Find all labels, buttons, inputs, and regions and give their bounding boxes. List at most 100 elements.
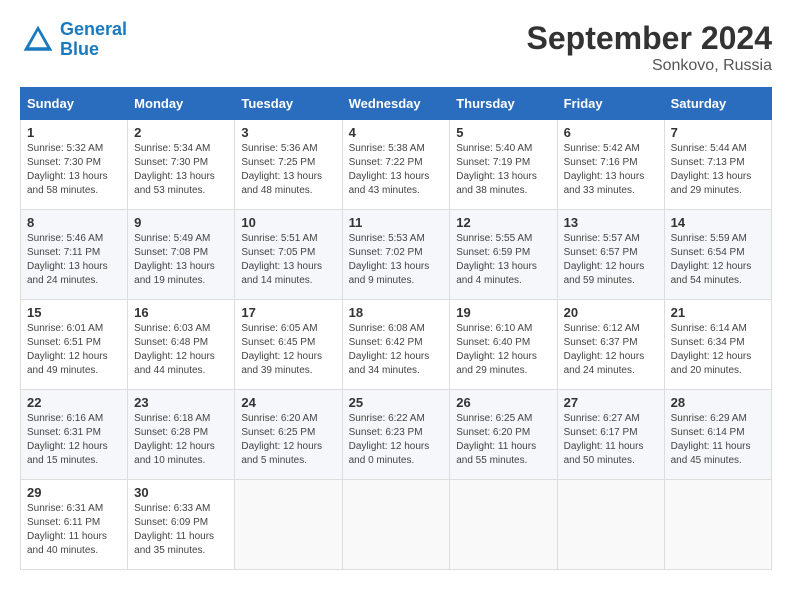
calendar-week-1: 1 Sunrise: 5:32 AMSunset: 7:30 PMDayligh…	[21, 120, 772, 210]
weekday-header-sunday: Sunday	[21, 88, 128, 120]
day-info: Sunrise: 5:51 AMSunset: 7:05 PMDaylight:…	[241, 233, 322, 286]
day-number: 7	[671, 125, 765, 140]
day-number: 21	[671, 305, 765, 320]
day-number: 9	[134, 215, 228, 230]
calendar-cell: 14 Sunrise: 5:59 AMSunset: 6:54 PMDaylig…	[664, 210, 771, 300]
day-info: Sunrise: 6:20 AMSunset: 6:25 PMDaylight:…	[241, 413, 322, 466]
calendar-cell: 23 Sunrise: 6:18 AMSunset: 6:28 PMDaylig…	[128, 390, 235, 480]
day-number: 10	[241, 215, 335, 230]
day-info: Sunrise: 5:44 AMSunset: 7:13 PMDaylight:…	[671, 143, 752, 196]
calendar-cell	[664, 480, 771, 570]
calendar-week-2: 8 Sunrise: 5:46 AMSunset: 7:11 PMDayligh…	[21, 210, 772, 300]
logo-icon	[20, 22, 56, 58]
location-title: Sonkovo, Russia	[527, 57, 772, 75]
day-number: 29	[27, 485, 121, 500]
calendar-cell: 6 Sunrise: 5:42 AMSunset: 7:16 PMDayligh…	[557, 120, 664, 210]
day-number: 5	[456, 125, 550, 140]
day-number: 4	[349, 125, 444, 140]
calendar-cell: 17 Sunrise: 6:05 AMSunset: 6:45 PMDaylig…	[235, 300, 342, 390]
day-info: Sunrise: 5:49 AMSunset: 7:08 PMDaylight:…	[134, 233, 215, 286]
day-number: 16	[134, 305, 228, 320]
day-number: 8	[27, 215, 121, 230]
calendar-table: SundayMondayTuesdayWednesdayThursdayFrid…	[20, 87, 772, 570]
day-info: Sunrise: 6:29 AMSunset: 6:14 PMDaylight:…	[671, 413, 751, 466]
day-info: Sunrise: 5:34 AMSunset: 7:30 PMDaylight:…	[134, 143, 215, 196]
day-number: 2	[134, 125, 228, 140]
day-number: 28	[671, 395, 765, 410]
calendar-cell	[450, 480, 557, 570]
day-number: 27	[564, 395, 658, 410]
logo: General Blue	[20, 20, 127, 60]
calendar-week-5: 29 Sunrise: 6:31 AMSunset: 6:11 PMDaylig…	[21, 480, 772, 570]
calendar-cell	[342, 480, 450, 570]
calendar-cell: 9 Sunrise: 5:49 AMSunset: 7:08 PMDayligh…	[128, 210, 235, 300]
calendar-cell	[557, 480, 664, 570]
day-info: Sunrise: 6:31 AMSunset: 6:11 PMDaylight:…	[27, 503, 107, 556]
day-number: 14	[671, 215, 765, 230]
day-info: Sunrise: 6:01 AMSunset: 6:51 PMDaylight:…	[27, 323, 108, 376]
day-info: Sunrise: 5:32 AMSunset: 7:30 PMDaylight:…	[27, 143, 108, 196]
calendar-cell: 28 Sunrise: 6:29 AMSunset: 6:14 PMDaylig…	[664, 390, 771, 480]
calendar-cell	[235, 480, 342, 570]
day-number: 23	[134, 395, 228, 410]
calendar-cell: 18 Sunrise: 6:08 AMSunset: 6:42 PMDaylig…	[342, 300, 450, 390]
day-info: Sunrise: 5:42 AMSunset: 7:16 PMDaylight:…	[564, 143, 645, 196]
day-info: Sunrise: 6:18 AMSunset: 6:28 PMDaylight:…	[134, 413, 215, 466]
day-number: 3	[241, 125, 335, 140]
calendar-cell: 12 Sunrise: 5:55 AMSunset: 6:59 PMDaylig…	[450, 210, 557, 300]
day-number: 22	[27, 395, 121, 410]
weekday-header-saturday: Saturday	[664, 88, 771, 120]
day-info: Sunrise: 5:59 AMSunset: 6:54 PMDaylight:…	[671, 233, 752, 286]
logo-text: General Blue	[60, 20, 127, 60]
calendar-cell: 15 Sunrise: 6:01 AMSunset: 6:51 PMDaylig…	[21, 300, 128, 390]
day-info: Sunrise: 6:22 AMSunset: 6:23 PMDaylight:…	[349, 413, 430, 466]
calendar-cell: 10 Sunrise: 5:51 AMSunset: 7:05 PMDaylig…	[235, 210, 342, 300]
day-info: Sunrise: 6:05 AMSunset: 6:45 PMDaylight:…	[241, 323, 322, 376]
day-info: Sunrise: 6:12 AMSunset: 6:37 PMDaylight:…	[564, 323, 645, 376]
calendar-cell: 24 Sunrise: 6:20 AMSunset: 6:25 PMDaylig…	[235, 390, 342, 480]
calendar-cell: 19 Sunrise: 6:10 AMSunset: 6:40 PMDaylig…	[450, 300, 557, 390]
day-number: 15	[27, 305, 121, 320]
day-info: Sunrise: 6:16 AMSunset: 6:31 PMDaylight:…	[27, 413, 108, 466]
calendar-cell: 1 Sunrise: 5:32 AMSunset: 7:30 PMDayligh…	[21, 120, 128, 210]
day-info: Sunrise: 5:36 AMSunset: 7:25 PMDaylight:…	[241, 143, 322, 196]
calendar-cell: 4 Sunrise: 5:38 AMSunset: 7:22 PMDayligh…	[342, 120, 450, 210]
day-info: Sunrise: 6:27 AMSunset: 6:17 PMDaylight:…	[564, 413, 644, 466]
weekday-header-wednesday: Wednesday	[342, 88, 450, 120]
day-number: 20	[564, 305, 658, 320]
calendar-cell: 20 Sunrise: 6:12 AMSunset: 6:37 PMDaylig…	[557, 300, 664, 390]
day-info: Sunrise: 6:14 AMSunset: 6:34 PMDaylight:…	[671, 323, 752, 376]
day-info: Sunrise: 5:38 AMSunset: 7:22 PMDaylight:…	[349, 143, 430, 196]
calendar-cell: 16 Sunrise: 6:03 AMSunset: 6:48 PMDaylig…	[128, 300, 235, 390]
calendar-week-4: 22 Sunrise: 6:16 AMSunset: 6:31 PMDaylig…	[21, 390, 772, 480]
day-number: 19	[456, 305, 550, 320]
calendar-cell: 13 Sunrise: 5:57 AMSunset: 6:57 PMDaylig…	[557, 210, 664, 300]
calendar-cell: 27 Sunrise: 6:27 AMSunset: 6:17 PMDaylig…	[557, 390, 664, 480]
calendar-cell: 11 Sunrise: 5:53 AMSunset: 7:02 PMDaylig…	[342, 210, 450, 300]
calendar-header-row: SundayMondayTuesdayWednesdayThursdayFrid…	[21, 88, 772, 120]
month-year-title: September 2024	[527, 20, 772, 57]
day-info: Sunrise: 6:03 AMSunset: 6:48 PMDaylight:…	[134, 323, 215, 376]
page-header: General Blue September 2024 Sonkovo, Rus…	[20, 20, 772, 75]
calendar-cell: 25 Sunrise: 6:22 AMSunset: 6:23 PMDaylig…	[342, 390, 450, 480]
calendar-cell: 8 Sunrise: 5:46 AMSunset: 7:11 PMDayligh…	[21, 210, 128, 300]
calendar-cell: 26 Sunrise: 6:25 AMSunset: 6:20 PMDaylig…	[450, 390, 557, 480]
day-number: 26	[456, 395, 550, 410]
calendar-week-3: 15 Sunrise: 6:01 AMSunset: 6:51 PMDaylig…	[21, 300, 772, 390]
day-info: Sunrise: 5:57 AMSunset: 6:57 PMDaylight:…	[564, 233, 645, 286]
title-block: September 2024 Sonkovo, Russia	[527, 20, 772, 75]
day-info: Sunrise: 5:55 AMSunset: 6:59 PMDaylight:…	[456, 233, 537, 286]
day-info: Sunrise: 5:40 AMSunset: 7:19 PMDaylight:…	[456, 143, 537, 196]
day-number: 30	[134, 485, 228, 500]
day-number: 17	[241, 305, 335, 320]
day-number: 1	[27, 125, 121, 140]
weekday-header-monday: Monday	[128, 88, 235, 120]
day-info: Sunrise: 6:10 AMSunset: 6:40 PMDaylight:…	[456, 323, 537, 376]
weekday-header-tuesday: Tuesday	[235, 88, 342, 120]
calendar-cell: 3 Sunrise: 5:36 AMSunset: 7:25 PMDayligh…	[235, 120, 342, 210]
day-info: Sunrise: 5:46 AMSunset: 7:11 PMDaylight:…	[27, 233, 108, 286]
day-number: 6	[564, 125, 658, 140]
day-number: 13	[564, 215, 658, 230]
day-number: 18	[349, 305, 444, 320]
calendar-cell: 30 Sunrise: 6:33 AMSunset: 6:09 PMDaylig…	[128, 480, 235, 570]
